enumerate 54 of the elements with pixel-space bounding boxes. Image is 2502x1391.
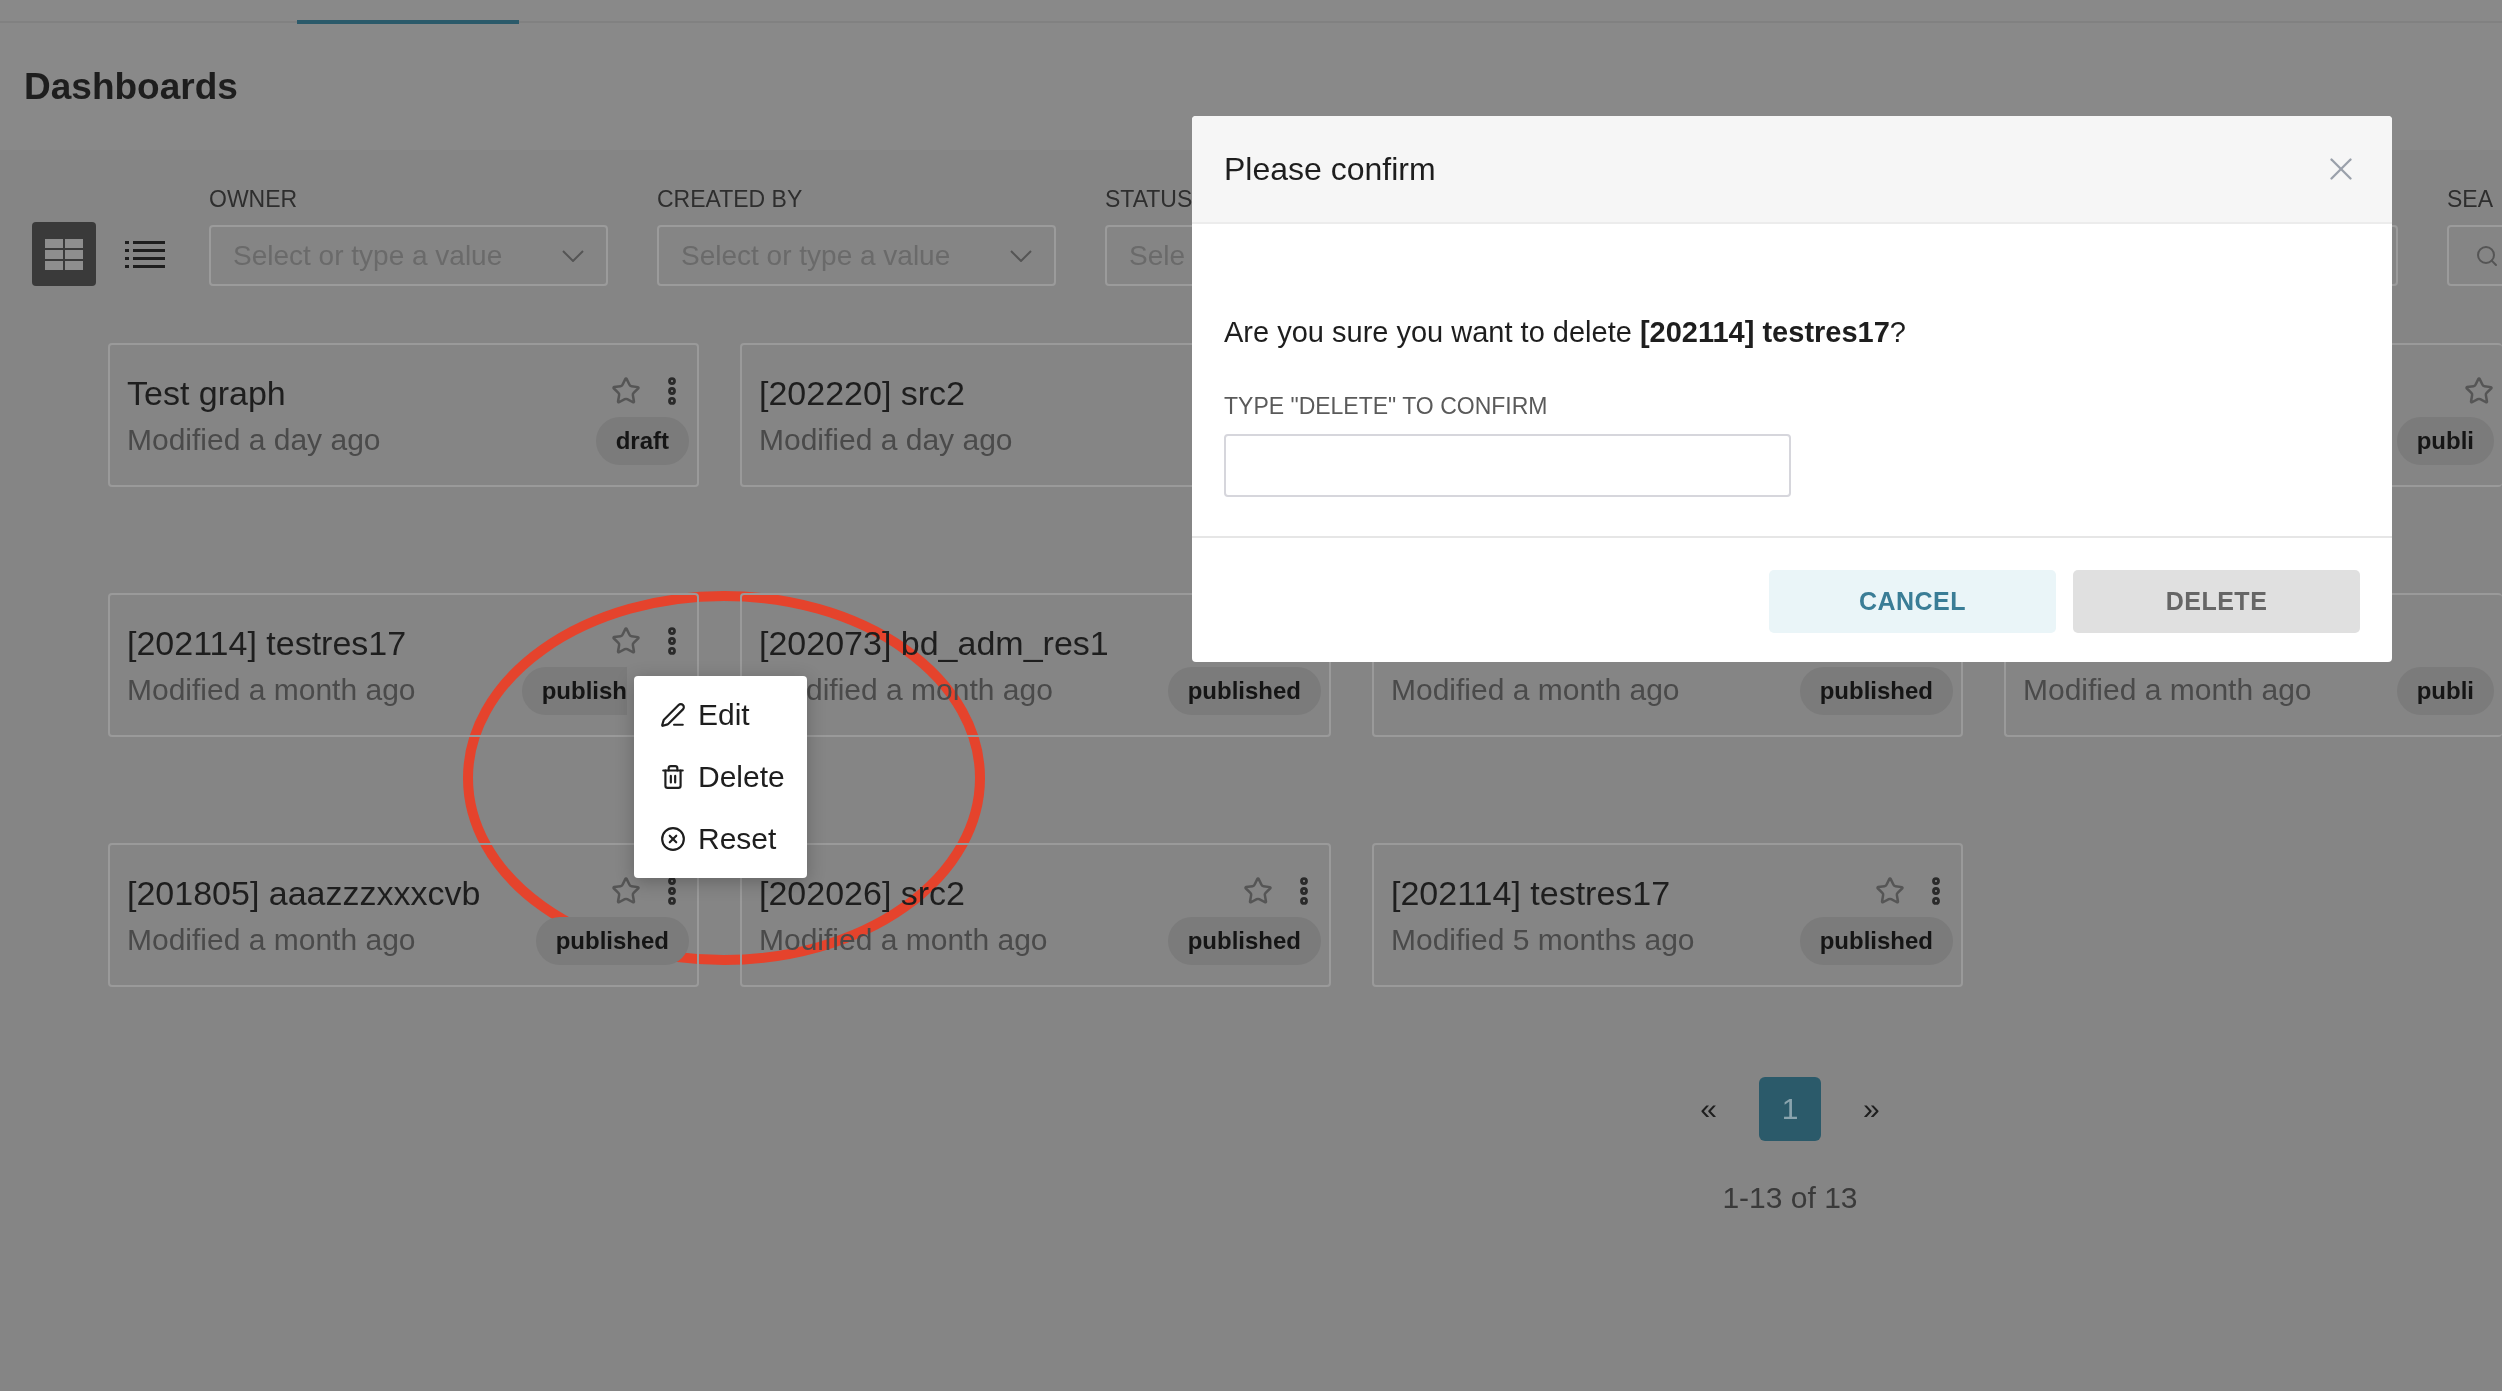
status-badge: publi	[2396, 667, 2494, 715]
page-title: Dashboards	[24, 66, 238, 108]
previous-page-button[interactable]: «	[1696, 1092, 1721, 1126]
dashboard-card[interactable]: Test graph Modified a day ago draft	[108, 343, 699, 487]
card-title: [201805] aaazzzxxxcvb	[127, 873, 481, 914]
status-badge: published	[1799, 917, 1953, 965]
card-subtitle: Modified a month ago	[1391, 672, 1680, 708]
trash-icon	[660, 764, 686, 790]
star-icon[interactable]	[1875, 876, 1905, 906]
card-subtitle: Modified a month ago	[127, 922, 416, 958]
pencil-icon	[660, 702, 686, 728]
circle-x-icon	[660, 826, 686, 852]
filter-label: CREATED BY	[657, 186, 804, 213]
star-icon[interactable]	[2464, 376, 2494, 406]
filter-label: OWNER	[209, 186, 299, 213]
dashboard-card[interactable]: [202114] testres17 Modified 5 months ago published	[1372, 843, 1963, 987]
card-subtitle: Modified a day ago	[759, 422, 1013, 458]
page-summary: 1-13 of 13	[1722, 1181, 1858, 1215]
card-subtitle: Modified a month ago	[2023, 672, 2312, 708]
status-badge: draft	[595, 417, 689, 465]
chevron-down-icon	[562, 249, 584, 262]
star-icon[interactable]	[611, 876, 641, 906]
card-title: [202073] bd_adm_res1	[759, 623, 1109, 664]
list-view-icon	[125, 240, 165, 268]
page-button[interactable]: 1	[1759, 1077, 1821, 1141]
status-badge: published	[1167, 917, 1321, 965]
next-page-button[interactable]: »	[1859, 1092, 1884, 1126]
card-subtitle: Modified 5 months ago	[1391, 922, 1695, 958]
card-title: Test graph	[127, 373, 286, 414]
search-icon	[2475, 243, 2499, 268]
dialog-title: Please confirm	[1224, 150, 1436, 188]
status-badge: publish	[521, 667, 627, 715]
menu-item[interactable]: Delete	[634, 746, 807, 808]
status-badge: published	[535, 917, 689, 965]
grid-view-icon	[45, 238, 83, 270]
menu-item-label: Delete	[698, 760, 785, 794]
card-title: [202114] testres17	[127, 623, 407, 664]
grid-view-button[interactable]	[32, 222, 96, 286]
star-icon[interactable]	[611, 376, 641, 406]
card-title: [202220] src2	[759, 373, 966, 414]
status-badge: publi	[2396, 417, 2494, 465]
star-icon[interactable]	[611, 626, 641, 656]
chevron-down-icon	[1010, 249, 1032, 262]
star-icon[interactable]	[1243, 876, 1273, 906]
cancel-button[interactable]: CANCEL	[1769, 570, 2056, 633]
status-badge: published	[1167, 667, 1321, 715]
card-subtitle: Modified a day ago	[127, 422, 381, 458]
filter-label: STATUS	[1105, 186, 1194, 213]
confirm-input[interactable]	[1224, 434, 1791, 497]
card-subtitle: Modified a month ago	[127, 672, 416, 708]
card-title: [202114] testres17	[1391, 873, 1671, 914]
delete-button[interactable]: DELETE	[2073, 570, 2360, 633]
status-badge: published	[1799, 667, 1953, 715]
filter-label: SEA	[2447, 186, 2495, 213]
